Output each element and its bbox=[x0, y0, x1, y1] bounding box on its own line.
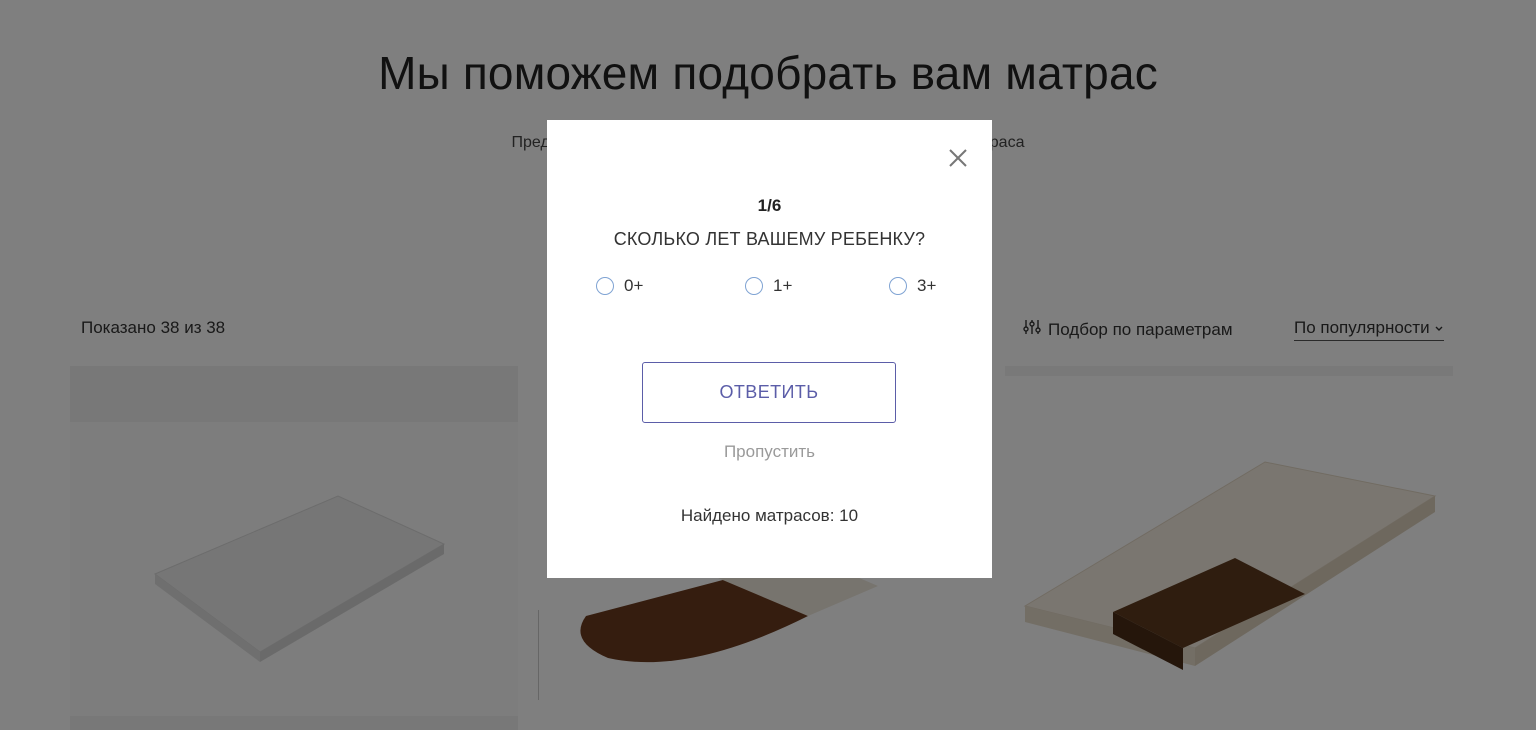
age-option-label: 1+ bbox=[773, 276, 793, 295]
age-option-3[interactable]: 3+ bbox=[889, 276, 936, 296]
age-option-1[interactable]: 1+ bbox=[745, 276, 792, 296]
found-count: Найдено матрасов: 10 bbox=[680, 506, 859, 525]
radio-button[interactable] bbox=[745, 277, 763, 295]
age-option-0[interactable]: 0+ bbox=[596, 276, 643, 296]
radio-button[interactable] bbox=[596, 277, 614, 295]
quiz-step-counter: 1/6 bbox=[757, 196, 782, 215]
answer-button[interactable]: ОТВЕТИТЬ bbox=[642, 362, 896, 423]
radio-button[interactable] bbox=[889, 277, 907, 295]
age-option-label: 0+ bbox=[624, 276, 644, 295]
age-option-label: 3+ bbox=[917, 276, 937, 295]
close-icon[interactable] bbox=[946, 146, 970, 170]
skip-link[interactable]: Пропустить bbox=[547, 442, 992, 462]
quiz-question: СКОЛЬКО ЛЕТ ВАШЕМУ РЕБЕНКУ? bbox=[613, 229, 926, 249]
quiz-modal: 1/6 СКОЛЬКО ЛЕТ ВАШЕМУ РЕБЕНКУ? 0+ 1+ 3+… bbox=[547, 120, 992, 578]
